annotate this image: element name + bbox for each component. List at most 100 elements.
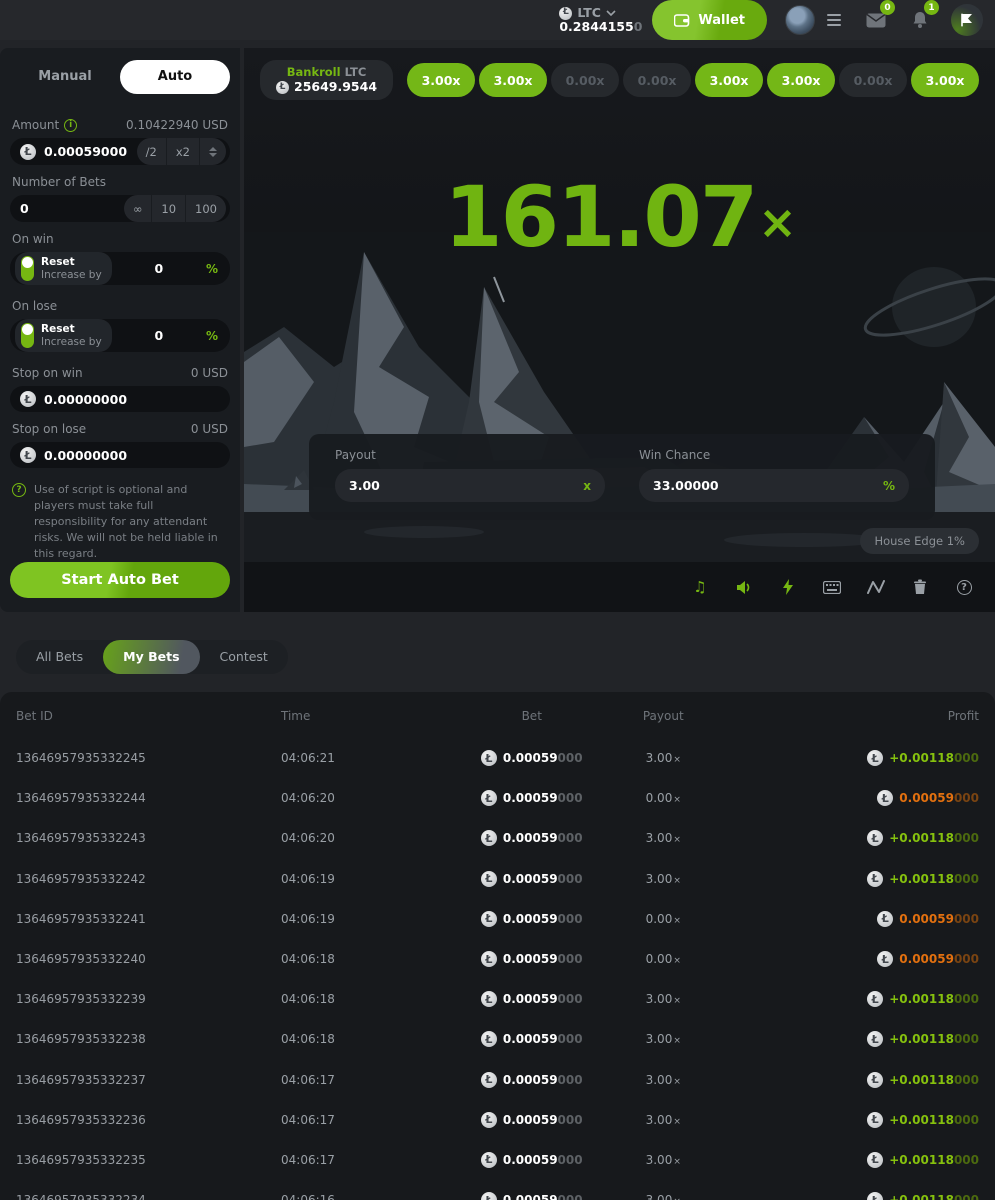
help-icon[interactable]: ? — [955, 578, 973, 596]
tab-manual[interactable]: Manual — [10, 60, 120, 94]
history-multiplier-chip[interactable]: 3.00x — [911, 63, 979, 97]
ltc-coin-icon — [481, 1192, 497, 1200]
table-row: 1364695793533223504:06:170.000590003.00×… — [0, 1140, 995, 1180]
ltc-coin-icon — [867, 1112, 883, 1128]
bet-profit: 0.00059000 — [729, 911, 979, 927]
percent-suffix: % — [883, 479, 895, 493]
double-button[interactable]: x2 — [166, 138, 199, 165]
ltc-coin-icon — [276, 81, 289, 94]
bet-payout: 3.00× — [598, 992, 730, 1006]
history-multiplier-chip[interactable]: 3.00x — [695, 63, 763, 97]
bet-id[interactable]: 13646957935332238 — [16, 1032, 281, 1046]
bets-tab-contest[interactable]: Contest — [200, 640, 288, 674]
stop-on-lose-label: Stop on lose — [12, 422, 86, 436]
reset-label: Reset — [41, 256, 102, 268]
wallet-label: Wallet — [698, 13, 745, 28]
table-row: 1364695793533224404:06:200.000590000.00×… — [0, 778, 995, 818]
history-multiplier-chip[interactable]: 3.00x — [767, 63, 835, 97]
notifications-button[interactable]: 1 — [907, 7, 933, 33]
bet-time: 04:06:20 — [281, 791, 466, 805]
history-multiplier-chip[interactable]: 0.00x — [839, 63, 907, 97]
table-row: 1364695793533224504:06:210.000590003.00×… — [0, 738, 995, 778]
bet-payout: 3.00× — [598, 872, 730, 886]
bell-badge: 1 — [924, 0, 939, 15]
bet-payout: 3.00× — [598, 1193, 730, 1200]
bet-payout: 0.00× — [598, 912, 730, 926]
payout-clear-icon[interactable]: x — [583, 479, 591, 493]
payout-input[interactable]: 3.00 x — [335, 469, 605, 502]
currency-selector[interactable]: LTC 0.28441550 — [559, 6, 642, 34]
bet-time: 04:06:17 — [281, 1073, 466, 1087]
mail-icon — [866, 13, 886, 28]
history-multiplier-chip[interactable]: 3.00x — [407, 63, 475, 97]
stop-on-win-input[interactable]: 0.00000000 — [10, 386, 230, 412]
amount-input[interactable]: 0.00059000 /2 x2 — [10, 138, 230, 165]
number-of-bets-value[interactable]: 0 — [20, 201, 116, 216]
bet-payout: 3.00× — [598, 1032, 730, 1046]
bet-controls-sidebar: Manual Auto Amounti 0.10422940 USD 0.000… — [0, 48, 240, 612]
avatar[interactable] — [785, 5, 815, 35]
bet-id[interactable]: 13646957935332237 — [16, 1073, 281, 1087]
history-multiplier-chip[interactable]: 0.00x — [551, 63, 619, 97]
ten-button[interactable]: 10 — [151, 195, 185, 222]
info-icon[interactable]: i — [64, 119, 77, 132]
bet-amount: 0.00059000 — [466, 830, 598, 846]
tab-auto[interactable]: Auto — [120, 60, 230, 94]
ltc-coin-icon — [481, 871, 497, 887]
bet-id[interactable]: 13646957935332240 — [16, 952, 281, 966]
wallet-button[interactable]: Wallet — [652, 0, 767, 40]
ltc-coin-icon — [481, 1031, 497, 1047]
on-lose-reset-toggle[interactable]: Reset Increase by — [15, 319, 112, 352]
hundred-button[interactable]: 100 — [185, 195, 226, 222]
ltc-coin-icon — [481, 790, 497, 806]
start-auto-bet-button[interactable]: Start Auto Bet — [10, 562, 230, 598]
toggle-icon[interactable] — [21, 323, 34, 348]
on-win-value[interactable]: 0 — [112, 261, 206, 276]
bet-id[interactable]: 13646957935332245 — [16, 751, 281, 765]
amount-stepper[interactable] — [199, 138, 226, 165]
ltc-coin-icon — [481, 991, 497, 1007]
on-lose-row: Reset Increase by 0 % — [10, 319, 230, 352]
payout-value[interactable]: 3.00 — [349, 478, 583, 493]
chat-toggle-button[interactable] — [951, 4, 983, 36]
half-button[interactable]: /2 — [137, 138, 166, 165]
stop-on-win-value[interactable]: 0.00000000 — [44, 392, 226, 407]
payout-label: Payout — [335, 448, 605, 462]
menu-icon[interactable] — [823, 10, 845, 30]
bet-id[interactable]: 13646957935332235 — [16, 1153, 281, 1167]
win-chance-value[interactable]: 33.00000 — [653, 478, 883, 493]
bet-id[interactable]: 13646957935332241 — [16, 912, 281, 926]
amount-value[interactable]: 0.00059000 — [44, 144, 129, 159]
clear-data-icon[interactable] — [911, 578, 929, 596]
mail-button[interactable]: 0 — [863, 7, 889, 33]
number-of-bets-input[interactable]: 0 ∞ 10 100 — [10, 195, 230, 222]
bet-id[interactable]: 13646957935332243 — [16, 831, 281, 845]
win-chance-input[interactable]: 33.00000 % — [639, 469, 909, 502]
on-lose-value[interactable]: 0 — [112, 328, 206, 343]
mail-badge: 0 — [880, 0, 895, 15]
toggle-icon[interactable] — [21, 256, 34, 281]
bet-profit: +0.00118000 — [729, 1072, 979, 1088]
bet-amount: 0.00059000 — [466, 911, 598, 927]
chevron-down-icon — [606, 10, 616, 16]
bet-id[interactable]: 13646957935332242 — [16, 872, 281, 886]
bets-tab-all-bets[interactable]: All Bets — [16, 640, 103, 674]
bet-id[interactable]: 13646957935332236 — [16, 1113, 281, 1127]
turbo-icon[interactable] — [779, 578, 797, 596]
sound-icon[interactable] — [735, 578, 753, 596]
bet-id[interactable]: 13646957935332234 — [16, 1193, 281, 1200]
stop-on-lose-value[interactable]: 0.00000000 — [44, 448, 226, 463]
bet-id[interactable]: 13646957935332244 — [16, 791, 281, 805]
bets-tab-my-bets[interactable]: My Bets — [103, 640, 199, 674]
stats-icon[interactable] — [867, 578, 885, 596]
on-win-reset-toggle[interactable]: Reset Increase by — [15, 252, 112, 285]
infinity-button[interactable]: ∞ — [124, 195, 152, 222]
history-multiplier-chip[interactable]: 0.00x — [623, 63, 691, 97]
bet-id[interactable]: 13646957935332239 — [16, 992, 281, 1006]
history-multiplier-chip[interactable]: 3.00x — [479, 63, 547, 97]
balance: 0.28441550 — [559, 20, 642, 34]
stop-on-lose-input[interactable]: 0.00000000 — [10, 442, 230, 468]
music-icon[interactable]: ♫ — [691, 578, 709, 596]
bet-time: 04:06:17 — [281, 1153, 466, 1167]
hotkeys-icon[interactable] — [823, 578, 841, 596]
